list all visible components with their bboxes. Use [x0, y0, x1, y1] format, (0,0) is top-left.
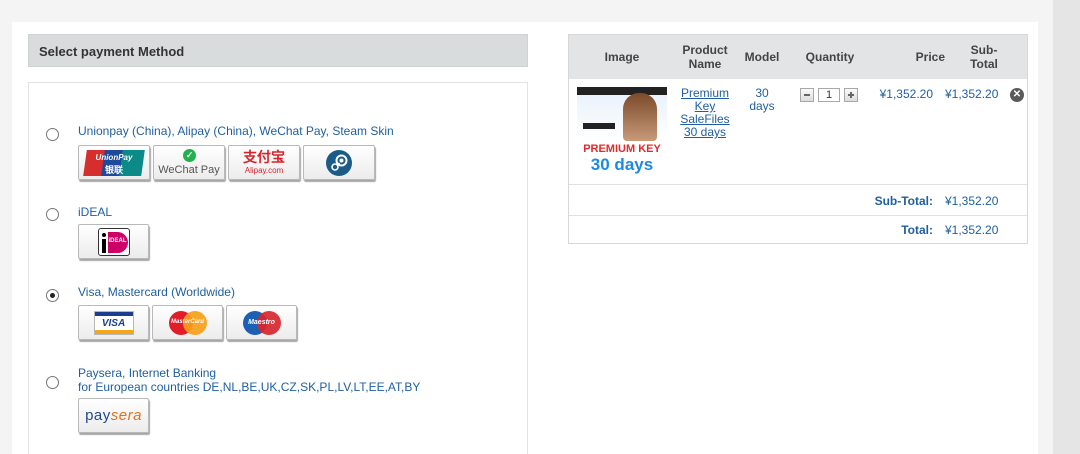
minus-icon — [804, 94, 810, 96]
cart-header-row: Image Product Name Model Quantity Price … — [569, 35, 1027, 79]
maestro-logo: Maestro — [242, 310, 282, 335]
paysera-logo-text-b: sera — [110, 407, 142, 424]
thumbnail-text-top: PREMIUM KEY — [583, 143, 661, 155]
unionpay-button[interactable]: UnionPay 银联 — [78, 145, 150, 180]
header-product-line1: Product — [682, 43, 728, 57]
product-thumbnail[interactable]: PREMIUM KEY 30 days — [577, 87, 667, 177]
ideal-logo: iDEAL — [97, 227, 130, 256]
visa-logo-text: VISA — [101, 317, 126, 329]
option-label-paysera: Paysera, Internet Banking for European c… — [78, 366, 420, 394]
total-label: Total: — [901, 223, 933, 237]
total-row: Total: ¥1,352.20 — [569, 215, 1027, 245]
option-label-visa-mastercard: Visa, Mastercard (Worldwide) — [78, 285, 235, 299]
alipay-logo-text: 支付宝 — [243, 148, 285, 165]
thumbnail-text-bottom: 30 days — [590, 155, 654, 174]
radio-unionpay-alipay[interactable] — [46, 128, 59, 141]
maestro-button[interactable]: Maestro — [226, 305, 297, 340]
option-label-ideal: iDEAL — [78, 205, 113, 219]
header-quantity: Quantity — [805, 50, 855, 64]
item-price: ¥1,352.20 — [879, 87, 933, 101]
header-price: Price — [915, 50, 945, 64]
paysera-button[interactable]: paysera — [78, 398, 149, 433]
option-label-paysera-line1: Paysera, Internet Banking — [78, 366, 217, 380]
radio-visa-mastercard[interactable] — [46, 289, 59, 302]
option-label-paysera-line2: for European countries DE,NL,BE,UK,CZ,SK… — [78, 380, 421, 394]
paysera-logo: paysera — [85, 407, 142, 424]
paysera-logo-text-a: pay — [85, 407, 111, 424]
payment-method-title: Select payment Method — [39, 44, 185, 59]
cart-table: Image Product Name Model Quantity Price … — [568, 34, 1028, 244]
alipay-logo-subtext: Alipay.com — [244, 165, 284, 175]
ideal-button[interactable]: iDEAL — [78, 224, 149, 259]
header-product-name: Product Name — [673, 43, 737, 71]
wechat-check-icon: ✓ — [183, 148, 196, 162]
wechat-pay-logo: ✓ WeChat Pay — [156, 148, 222, 177]
steam-skin-button[interactable] — [303, 145, 375, 180]
option-label-unionpay-alipay: Unionpay (China), Alipay (China), WeChat… — [78, 124, 394, 138]
unionpay-logo: UnionPay 银联 — [83, 149, 145, 176]
maestro-logo-text: Maestro — [248, 318, 275, 326]
mastercard-logo: MasterCard — [168, 310, 208, 335]
header-subtotal: Sub- Total — [959, 43, 1009, 71]
wechat-pay-text: WeChat Pay — [158, 163, 220, 176]
product-name-link[interactable]: Premium Key SaleFiles 30 days — [673, 87, 737, 139]
payment-method-header: Select payment Method — [28, 34, 528, 67]
cart-item-row: PREMIUM KEY 30 days Premium Key SaleFile… — [569, 79, 1027, 185]
subtotal-value: ¥1,352.20 — [945, 194, 999, 208]
mastercard-logo-text: MasterCard — [170, 318, 204, 325]
header-product-line2: Name — [688, 57, 722, 71]
unionpay-logo-text: UnionPay — [95, 152, 133, 162]
remove-item-icon[interactable]: ✕ — [1010, 88, 1024, 102]
radio-ideal[interactable] — [46, 208, 59, 221]
header-subtotal-line1: Sub- — [970, 43, 998, 57]
plus-icon — [845, 89, 857, 101]
mastercard-button[interactable]: MasterCard — [152, 305, 223, 340]
alipay-logo: 支付宝 Alipay.com — [233, 149, 295, 177]
quantity-decrease-button[interactable] — [800, 88, 814, 102]
header-subtotal-line2: Total — [970, 57, 998, 71]
steam-icon — [326, 149, 352, 176]
visa-logo: VISA — [93, 310, 134, 335]
quantity-increase-button[interactable] — [844, 88, 858, 102]
total-value: ¥1,352.20 — [945, 223, 999, 237]
thumbnail-person-graphic — [623, 93, 657, 141]
unionpay-logo-subtext: 银联 — [104, 164, 123, 175]
subtotal-label: Sub-Total: — [874, 194, 933, 208]
product-model-line2: days — [749, 99, 775, 113]
item-subtotal: ¥1,352.20 — [945, 87, 999, 101]
visa-button[interactable]: VISA — [78, 305, 149, 340]
header-model: Model — [744, 50, 780, 64]
header-image: Image — [604, 50, 640, 64]
subtotal-row: Sub-Total: ¥1,352.20 — [569, 186, 1027, 216]
quantity-input[interactable]: 1 — [818, 88, 840, 102]
radio-paysera[interactable] — [46, 376, 59, 389]
wechat-pay-button[interactable]: ✓ WeChat Pay — [153, 145, 225, 180]
ideal-logo-text: iDEAL — [108, 237, 127, 244]
scrollbar-track[interactable] — [1053, 0, 1080, 454]
alipay-button[interactable]: 支付宝 Alipay.com — [228, 145, 300, 180]
product-model: 30 days — [741, 87, 783, 113]
product-name-line4: 30 days — [683, 125, 727, 139]
